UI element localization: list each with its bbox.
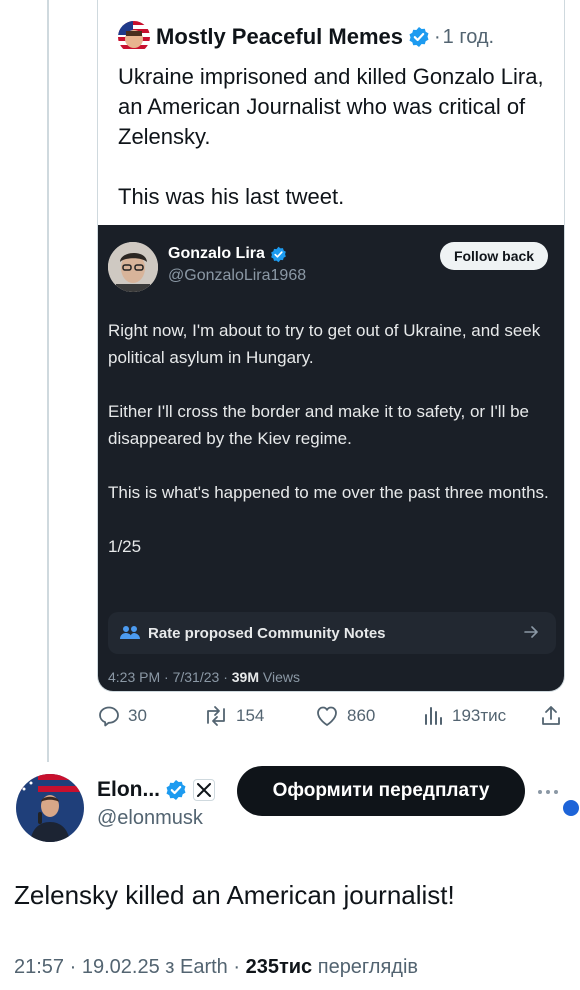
embedded-views-count: 39M [231, 669, 259, 685]
quoted-author-name[interactable]: Mostly Peaceful Memes [156, 24, 403, 50]
like-button[interactable]: 860 [314, 704, 375, 728]
embedded-tweet-meta: 4:23 PM · 7/31/23 · 39M Views [108, 669, 300, 685]
thread-line [47, 0, 49, 762]
verified-badge-icon [409, 27, 429, 47]
quoted-post-header: Mostly Peaceful Memes · 1 год. [118, 20, 494, 54]
reply-time[interactable]: 21:57 [14, 956, 64, 978]
heart-icon [317, 706, 337, 726]
embedded-author-name: Gonzalo Lira [168, 245, 265, 262]
embedded-views-label: Views [262, 669, 300, 685]
reply-icon [99, 706, 119, 727]
reply-views-count: 235тис [245, 956, 313, 978]
quoted-author-avatar[interactable] [118, 21, 150, 53]
arrow-right-icon [524, 626, 538, 638]
more-options-icon[interactable] [538, 790, 558, 794]
reply-author-avatar[interactable] [16, 774, 84, 842]
embedded-name-row: Gonzalo Lira [168, 245, 287, 263]
people-icon [120, 626, 140, 639]
embedded-date: 7/31/23 [172, 669, 220, 685]
reply-name-row: Elon... [97, 778, 215, 802]
like-count: 860 [347, 706, 376, 725]
quoted-post-card[interactable]: Mostly Peaceful Memes · 1 год. Ukraine i… [97, 0, 565, 692]
reply-count: 30 [128, 706, 147, 725]
reply-location: з Earth [165, 956, 228, 978]
embedded-tweet-image[interactable]: Gonzalo Lira @GonzaloLira1968 Follow bac… [98, 225, 564, 691]
reply-author-name[interactable]: Elon... [97, 778, 160, 802]
quoted-post-time[interactable]: 1 год. [443, 26, 494, 49]
x-logo-icon [193, 779, 215, 801]
post-actions-bar: 30 154 860 193тис [97, 704, 567, 732]
quoted-post-text: Ukraine imprisoned and killed Gonzalo Li… [118, 64, 544, 209]
repost-button[interactable]: 154 [203, 704, 264, 728]
embedded-verified-badge-icon [271, 246, 286, 262]
community-notes-label: Rate proposed Community Notes [148, 624, 386, 642]
separator-dot: · [433, 25, 441, 48]
reply-post-text: Zelensky killed an American journalist! [14, 880, 455, 910]
reply-views-label: переглядів [317, 956, 419, 978]
community-notes-bar: Rate proposed Community Notes [108, 612, 556, 654]
embedded-tweet-text: Right now, I'm about to try to get out o… [108, 321, 549, 556]
share-button[interactable] [539, 704, 570, 728]
embedded-author-avatar [108, 242, 158, 292]
reply-post-meta: 21:57 · 19.02.25 з Earth · 235тис перегл… [14, 956, 419, 978]
subscribe-button[interactable]: Оформити передплату [237, 766, 525, 816]
share-icon [542, 706, 560, 725]
embedded-author-handle: @GonzaloLira1968 [168, 267, 307, 284]
views-button[interactable]: 193тис [423, 704, 506, 728]
follow-back-button: Follow back [440, 242, 548, 270]
reply-button[interactable]: 30 [97, 704, 147, 728]
reply-date[interactable]: 19.02.25 [82, 956, 160, 978]
embedded-time: 4:23 PM [108, 669, 161, 685]
repost-icon [207, 706, 225, 726]
views-count: 193тис [452, 706, 507, 725]
notification-dot [563, 800, 579, 816]
reply-author-handle[interactable]: @elonmusk [97, 807, 203, 830]
repost-count: 154 [236, 706, 265, 725]
views-chart-icon [425, 707, 442, 725]
reply-verified-badge-icon [166, 780, 186, 800]
